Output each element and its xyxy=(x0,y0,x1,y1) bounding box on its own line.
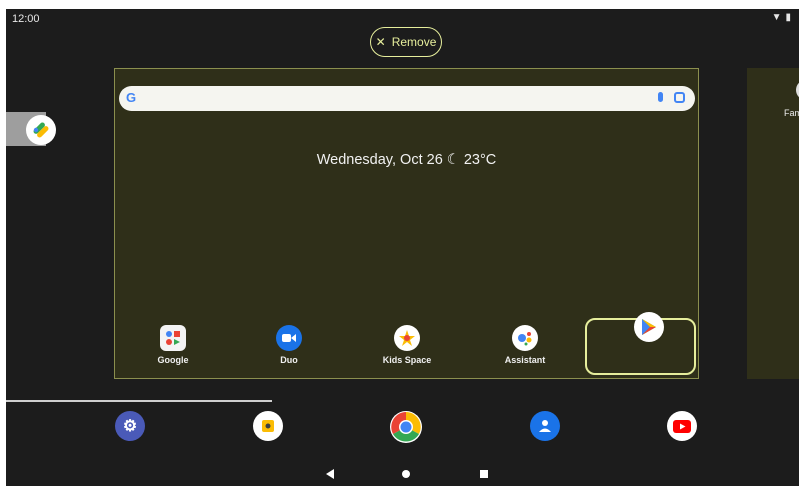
app-label: Kids Space xyxy=(382,355,432,365)
status-icons: ▼ ▮ xyxy=(772,12,791,23)
google-folder-icon xyxy=(160,325,186,351)
app-duo[interactable]: Duo xyxy=(254,325,324,365)
date-text: Wednesday, Oct 26 xyxy=(316,152,443,168)
right-page-label: Fam xyxy=(784,108,799,118)
moon-icon: ☾ xyxy=(446,152,460,168)
app-label: Duo xyxy=(280,355,298,365)
hotseat-youtube[interactable] xyxy=(662,411,702,445)
google-logo-icon: G xyxy=(126,90,137,105)
youtube-icon xyxy=(667,411,697,441)
home-icon[interactable] xyxy=(402,470,410,478)
navigation-bar xyxy=(6,464,799,484)
recents-icon[interactable] xyxy=(480,470,488,478)
kids-space-icon xyxy=(394,325,420,351)
app-label: Google xyxy=(157,355,189,365)
close-icon: ✕ xyxy=(375,35,386,49)
app-assistant[interactable]: Assistant xyxy=(490,325,560,365)
app-label: Assistant xyxy=(504,355,546,365)
mic-icon[interactable] xyxy=(658,92,663,102)
hotseat-chrome[interactable] xyxy=(386,411,426,447)
app-kids-space[interactable]: Kids Space xyxy=(372,325,442,365)
chrome-icon xyxy=(390,411,422,443)
back-icon[interactable] xyxy=(326,469,334,479)
hotseat-camera[interactable] xyxy=(248,411,288,445)
status-bar: 12:00 ▼ ▮ xyxy=(6,9,799,29)
settings-icon: ⚙ xyxy=(115,411,145,441)
temperature: 23°C xyxy=(463,152,497,168)
remove-label: Remove xyxy=(391,35,437,49)
duo-icon xyxy=(276,325,302,351)
lens-icon[interactable] xyxy=(674,92,685,103)
status-time: 12:00 xyxy=(12,13,40,25)
search-bar[interactable]: G xyxy=(119,86,695,111)
assistant-icon xyxy=(512,325,538,351)
remove-button[interactable]: ✕ Remove xyxy=(370,27,442,57)
battery-icon: ▮ xyxy=(785,12,791,23)
google-pay-icon[interactable] xyxy=(26,115,56,145)
home-page-panel: G Wednesday, Oct 26 ☾ 23°C Google Duo Ki… xyxy=(114,68,699,379)
hotseat-settings[interactable]: ⚙ xyxy=(110,411,150,445)
page-indicator xyxy=(6,400,272,402)
play-store-icon[interactable] xyxy=(634,312,664,342)
app-google[interactable]: Google xyxy=(138,325,208,365)
wifi-icon: ▼ xyxy=(771,12,782,23)
right-page-peek[interactable]: Fam xyxy=(747,68,799,379)
contacts-icon xyxy=(530,411,560,441)
home-screen: 12:00 ▼ ▮ ✕ Remove G Wednesday, Oct 26 ☾… xyxy=(6,9,799,486)
camera-icon xyxy=(253,411,283,441)
at-a-glance[interactable]: Wednesday, Oct 26 ☾ 23°C xyxy=(115,152,698,168)
hotseat-contacts[interactable] xyxy=(525,411,565,445)
